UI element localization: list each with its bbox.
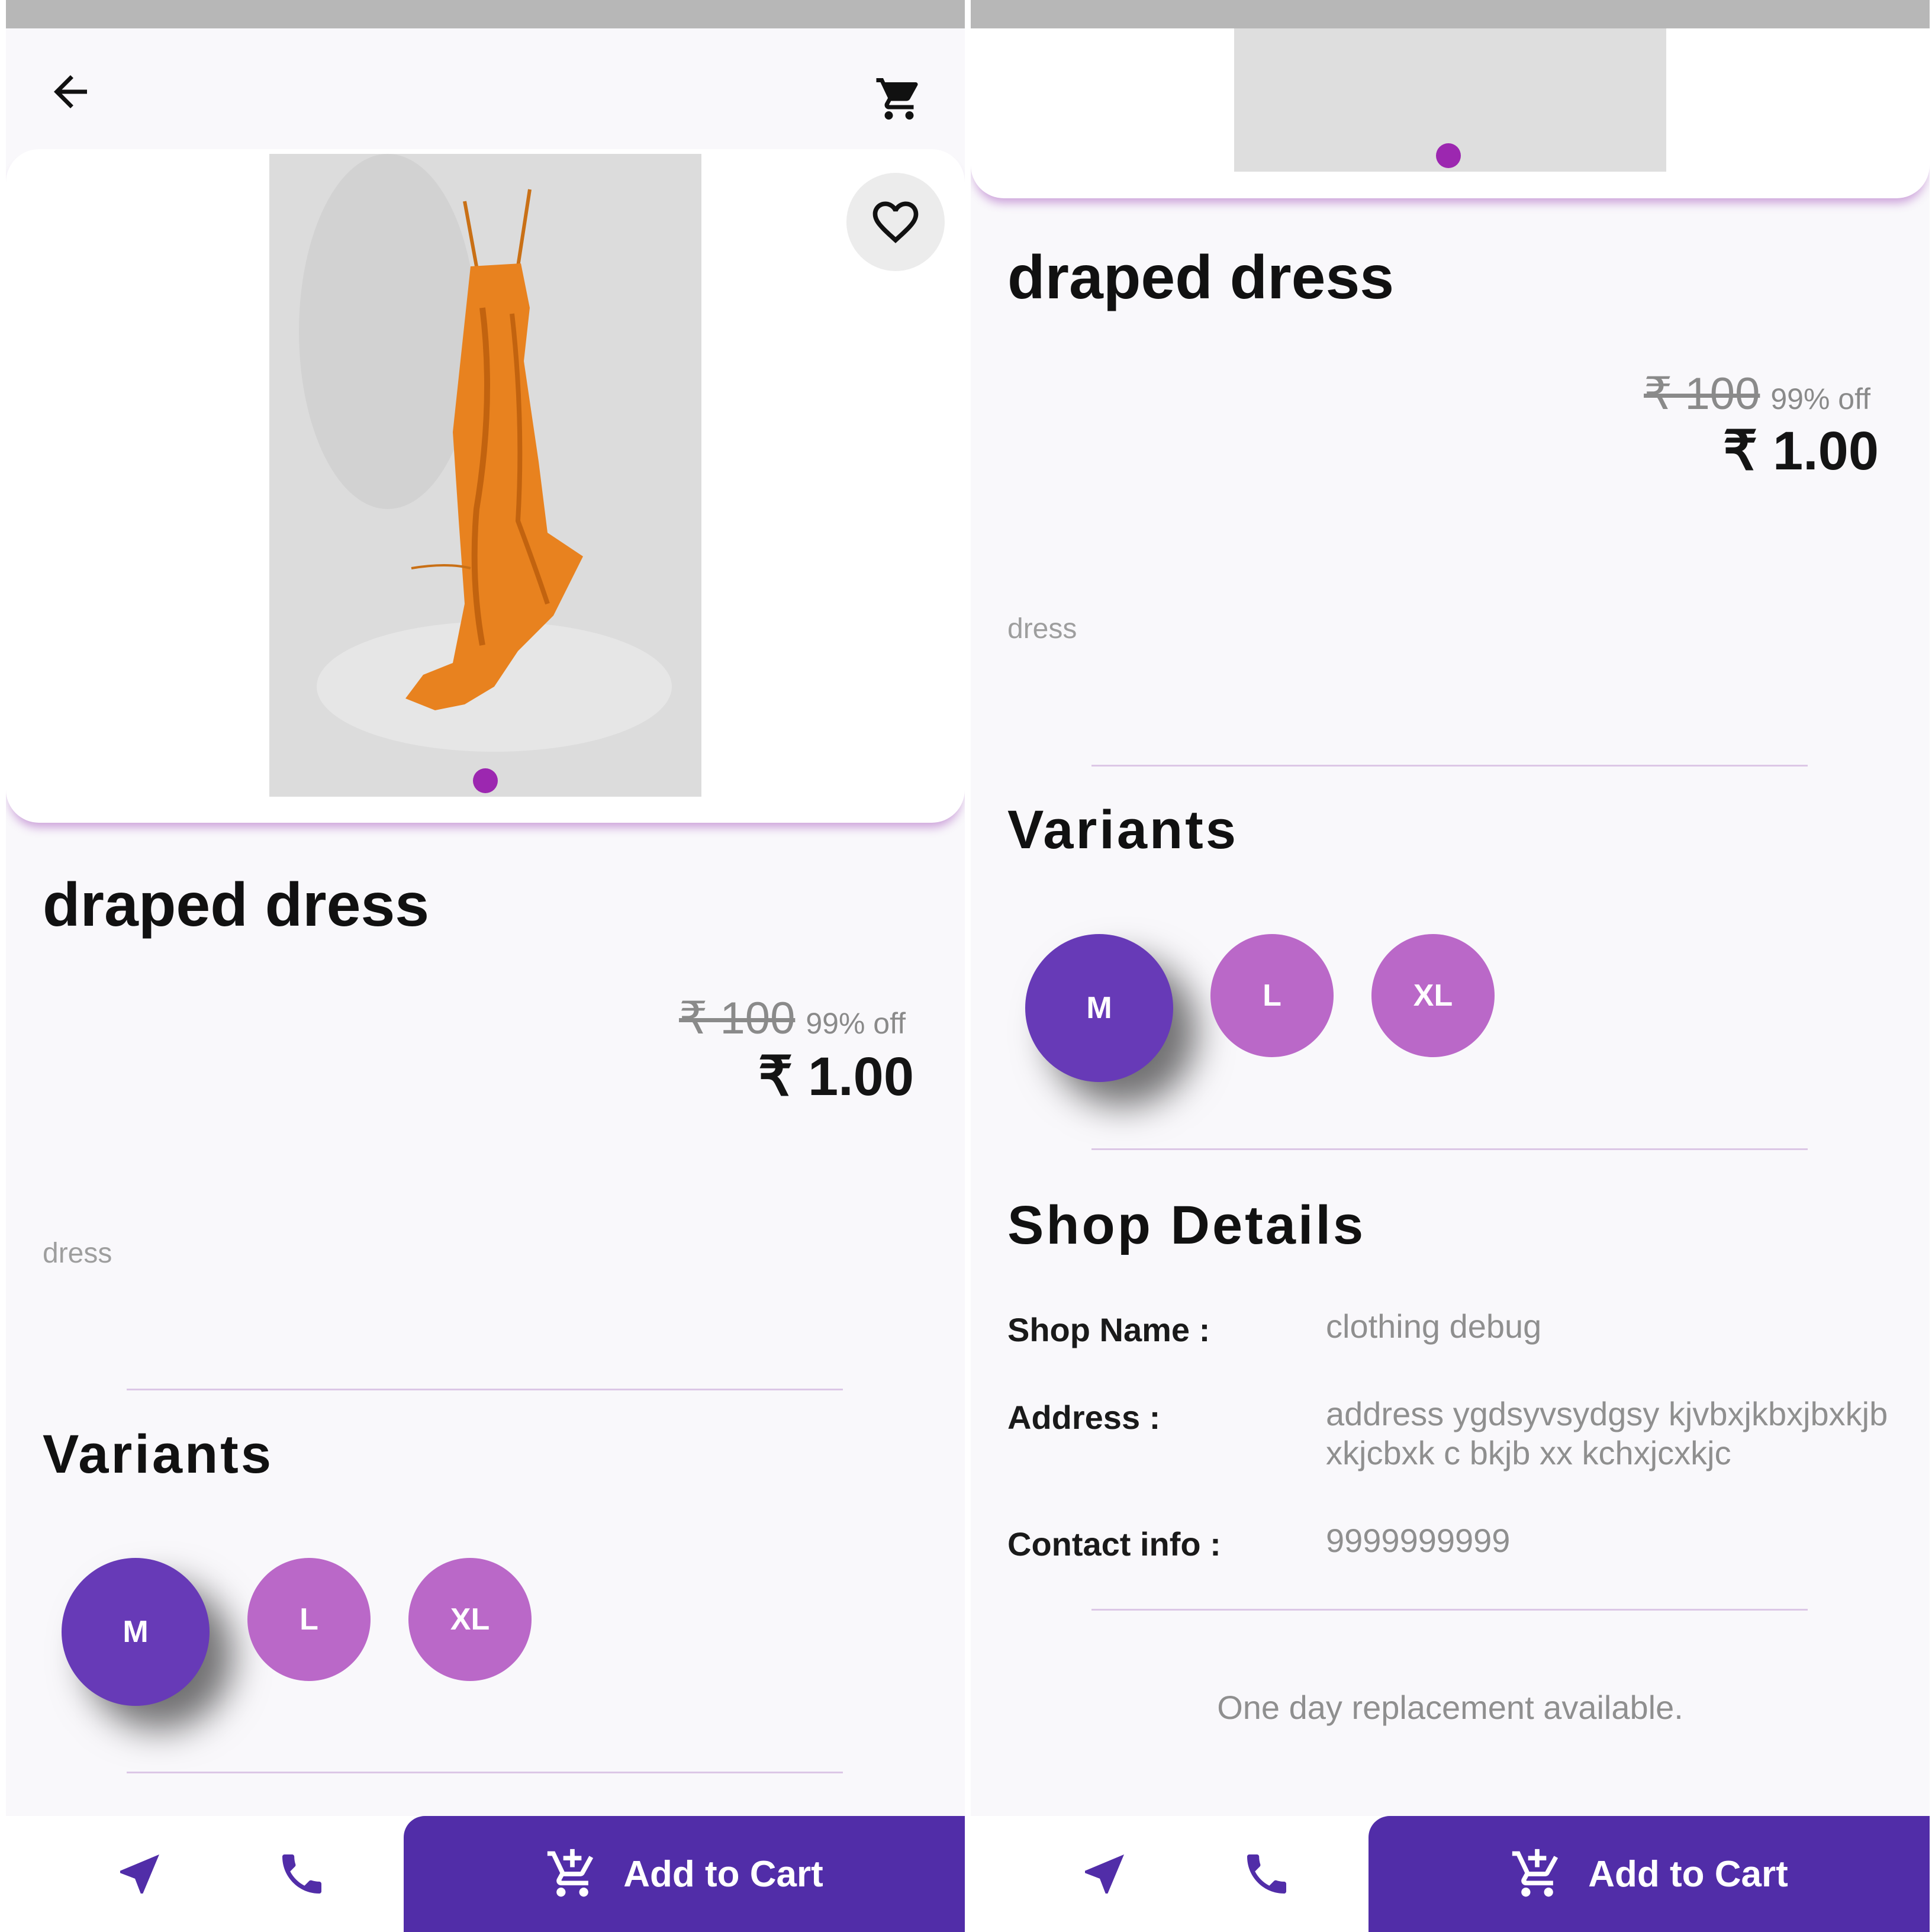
original-price: ₹ 100 [1644,369,1760,419]
contact-label: Contact info : [1007,1525,1221,1563]
product-title: draped dress [43,871,430,939]
current-price: ₹ 1.00 [1722,421,1879,481]
favorite-button[interactable] [846,173,945,271]
cart-button[interactable] [867,66,932,131]
variant-chip-xl[interactable]: XL [408,1558,532,1681]
status-bar [6,0,965,28]
call-button[interactable] [266,1838,337,1910]
discount-label: 99% off [1770,382,1870,416]
variant-chip-m[interactable]: M [1025,934,1173,1082]
bottom-action-bar: Add to Cart [971,1816,1930,1932]
shop-details-heading: Shop Details [1007,1195,1366,1255]
divider [1091,765,1808,767]
add-to-cart-button[interactable]: Add to Cart [404,1816,965,1932]
add-to-cart-label: Add to Cart [1588,1853,1788,1895]
price-original-row: ₹ 100 99% off [679,991,906,1044]
product-screen-top: draped dress ₹ 100 99% off ₹ 1.00 dress … [6,0,965,1932]
arrow-left-icon [54,75,87,108]
navigation-arrow-icon [120,1854,159,1894]
navigate-button[interactable] [1069,1838,1140,1910]
product-title: draped dress [1007,243,1395,312]
product-photo [269,154,701,797]
carousel-page-indicator[interactable] [1436,143,1461,168]
product-image-carousel[interactable] [971,0,1930,198]
variants-heading: Variants [43,1424,273,1485]
shop-name-label: Shop Name : [1007,1311,1210,1348]
variant-chip-l[interactable]: L [1210,934,1334,1057]
back-button[interactable] [38,59,103,124]
replacement-policy: One day replacement available. [1217,1689,1683,1726]
variant-chip-xl[interactable]: XL [1371,934,1495,1057]
current-price: ₹ 1.00 [758,1046,914,1107]
bottom-action-bar: Add to Cart [6,1816,965,1932]
divider [1091,1148,1808,1150]
add-to-cart-label: Add to Cart [623,1853,823,1895]
shopping-cart-icon [876,78,918,120]
navigate-button[interactable] [104,1838,175,1910]
address-label: Address : [1007,1399,1161,1436]
product-screen-scrolled: draped dress ₹ 100 99% off ₹ 1.00 dress … [971,0,1930,1932]
contact-value: 9999999999 [1326,1522,1511,1559]
variant-chip-m[interactable]: M [62,1558,210,1706]
call-button[interactable] [1231,1838,1302,1910]
phone-icon [1247,1854,1286,1894]
price-original-row: ₹ 100 99% off [1644,367,1870,420]
heart-outline-icon [872,201,919,243]
product-image-carousel[interactable] [6,149,965,823]
shop-name-value: clothing debug [1326,1308,1542,1345]
variants-heading: Variants [1007,800,1238,860]
phone-icon [282,1854,321,1894]
variant-chip-l[interactable]: L [247,1558,371,1681]
divider [1091,1609,1808,1611]
address-value: address ygdsyvsydgsy kjvbxjkbxjbxkjb xkj… [1326,1395,1888,1471]
carousel-page-indicator[interactable] [473,768,498,793]
divider [127,1772,843,1773]
original-price: ₹ 100 [679,993,796,1044]
discount-label: 99% off [806,1007,906,1040]
navigation-arrow-icon [1085,1854,1124,1894]
product-category: dress [43,1238,112,1269]
add-shopping-cart-icon [548,1849,594,1897]
add-to-cart-button[interactable]: Add to Cart [1368,1816,1930,1932]
product-category: dress [1007,613,1077,645]
status-bar [971,0,1930,28]
add-shopping-cart-icon [1512,1849,1559,1897]
divider [127,1389,843,1390]
